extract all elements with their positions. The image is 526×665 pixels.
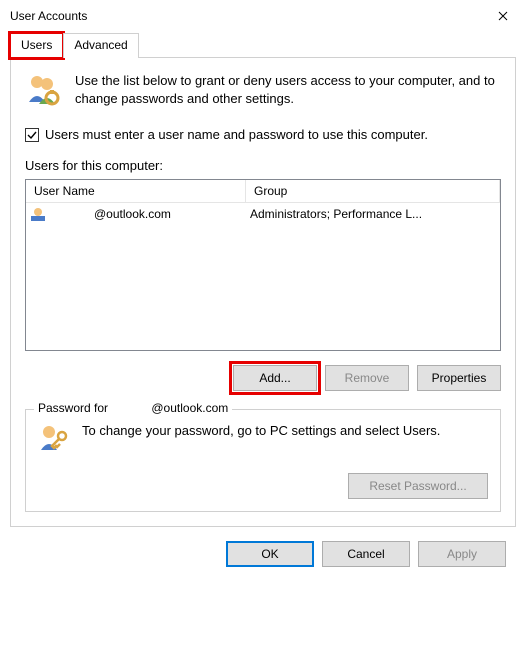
key-icon <box>38 422 72 459</box>
cell-group: Administrators; Performance L... <box>250 207 496 221</box>
close-button[interactable] <box>480 0 526 32</box>
username-redacted: xxxx <box>50 207 90 221</box>
reset-password-button: Reset Password... <box>348 473 488 499</box>
cancel-button[interactable]: Cancel <box>322 541 410 567</box>
ok-button[interactable]: OK <box>226 541 314 567</box>
remove-button: Remove <box>325 365 409 391</box>
intro-row: Use the list below to grant or deny user… <box>25 72 501 111</box>
password-groupbox: Password for xxxx@outlook.com To change … <box>25 409 501 512</box>
users-list-label: Users for this computer: <box>25 158 501 173</box>
column-username[interactable]: User Name <box>26 180 246 202</box>
tab-panel-users: Use the list below to grant or deny user… <box>10 58 516 527</box>
add-button[interactable]: Add... <box>233 365 317 391</box>
apply-button: Apply <box>418 541 506 567</box>
require-password-label: Users must enter a user name and passwor… <box>45 127 428 142</box>
require-password-row: Users must enter a user name and passwor… <box>25 127 501 142</box>
users-list[interactable]: User Name Group xxxx @outlook.com Admini… <box>25 179 501 351</box>
intro-text: Use the list below to grant or deny user… <box>75 72 501 111</box>
tab-strip: Users Advanced <box>10 32 516 58</box>
password-text: To change your password, go to PC settin… <box>82 422 440 459</box>
check-icon <box>27 130 37 140</box>
users-icon <box>25 72 61 111</box>
dialog-button-bar: OK Cancel Apply <box>0 527 526 581</box>
column-group[interactable]: Group <box>246 180 500 202</box>
tab-advanced[interactable]: Advanced <box>63 33 138 58</box>
list-header: User Name Group <box>26 180 500 203</box>
list-row[interactable]: xxxx @outlook.com Administrators; Perfor… <box>26 203 500 225</box>
require-password-checkbox[interactable] <box>25 128 39 142</box>
user-icon <box>30 206 46 222</box>
username-suffix: @outlook.com <box>94 207 171 221</box>
list-button-row: Add... Remove Properties <box>25 365 501 391</box>
titlebar: User Accounts <box>0 0 526 32</box>
cell-username: xxxx @outlook.com <box>30 206 250 222</box>
properties-button[interactable]: Properties <box>417 365 501 391</box>
window-title: User Accounts <box>10 9 87 23</box>
close-icon <box>498 11 508 21</box>
tab-users[interactable]: Users <box>10 33 63 58</box>
password-groupbox-title: Password for xxxx@outlook.com <box>34 401 232 415</box>
